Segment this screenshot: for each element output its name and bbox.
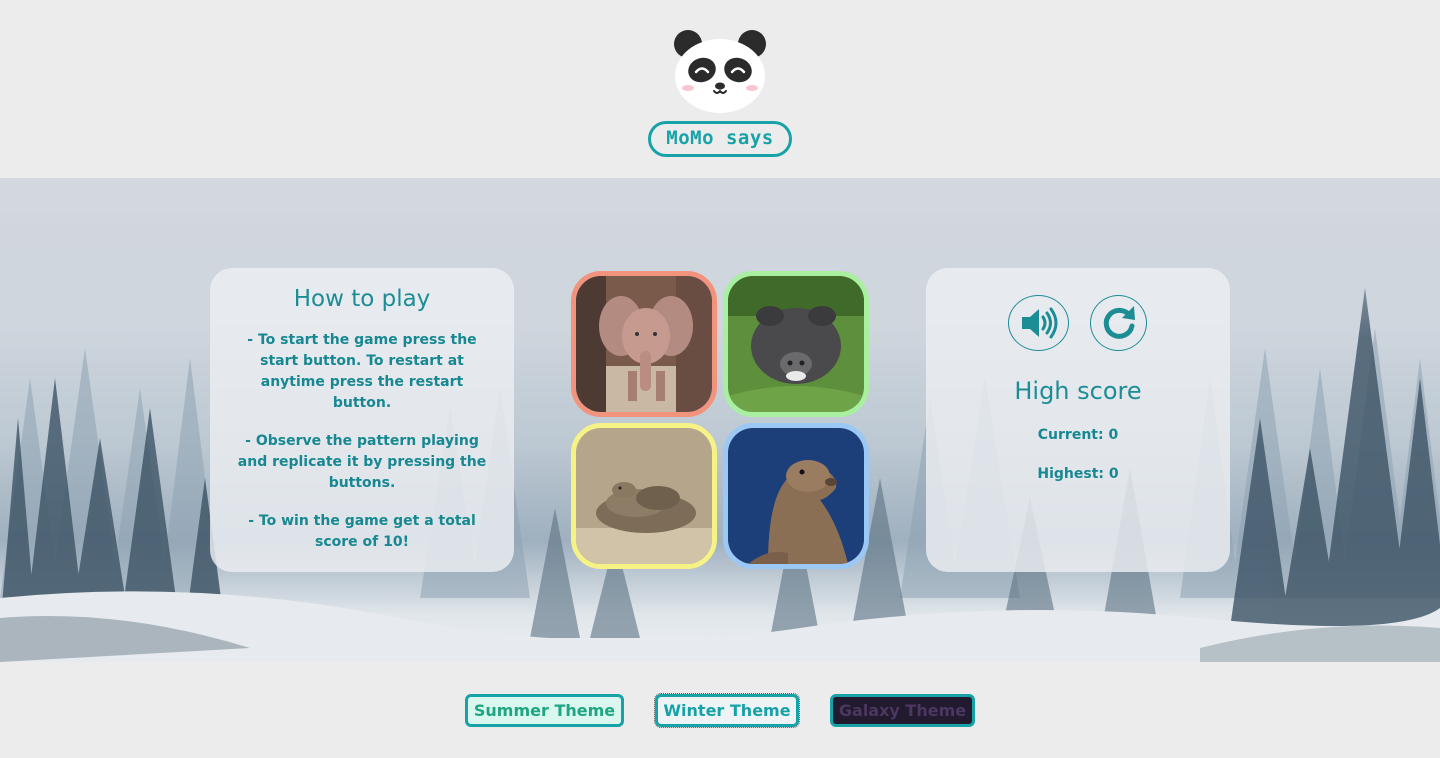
instruction-item: - To win the game get a total score of 1…	[248, 513, 476, 550]
speaker-volume-icon	[1021, 307, 1057, 339]
header: MoMo says	[0, 0, 1440, 178]
instructions-title: How to play	[293, 286, 431, 312]
instruction-item: - To start the game press the start butt…	[247, 332, 477, 411]
instruction-item: - Observe the pattern playing and replic…	[237, 433, 487, 491]
sound-button[interactable]	[1008, 295, 1069, 351]
rattlesnake-tile[interactable]	[571, 423, 717, 569]
elephant-tile[interactable]	[571, 271, 717, 417]
current-score: Current: 0	[1037, 427, 1119, 443]
game-area: How to play - To start the game press th…	[0, 178, 1440, 662]
restart-button[interactable]	[1090, 295, 1147, 351]
instructions-card: How to play - To start the game press th…	[210, 268, 514, 572]
rattlesnake-image	[576, 428, 712, 564]
score-title: High score	[1014, 377, 1142, 405]
winter-theme-button[interactable]: Winter Theme	[654, 693, 800, 728]
restart-arrow-icon	[1103, 306, 1135, 339]
sea-lion-image	[728, 428, 864, 564]
game-board	[571, 271, 869, 569]
summer-theme-button[interactable]: Summer Theme	[465, 694, 624, 727]
theme-selector: Summer Theme Winter Theme Galaxy Theme	[0, 662, 1440, 758]
highest-score: Highest: 0	[1037, 466, 1119, 482]
score-card: High score Current: 0 Highest: 0	[926, 268, 1230, 572]
galaxy-theme-button[interactable]: Galaxy Theme	[830, 694, 975, 727]
pig-image	[728, 276, 864, 412]
sea-lion-tile[interactable]	[723, 423, 869, 569]
game-title: MoMo says	[648, 121, 792, 157]
elephant-image	[576, 276, 712, 412]
pig-tile[interactable]	[723, 271, 869, 417]
panda-face-icon	[674, 30, 766, 113]
